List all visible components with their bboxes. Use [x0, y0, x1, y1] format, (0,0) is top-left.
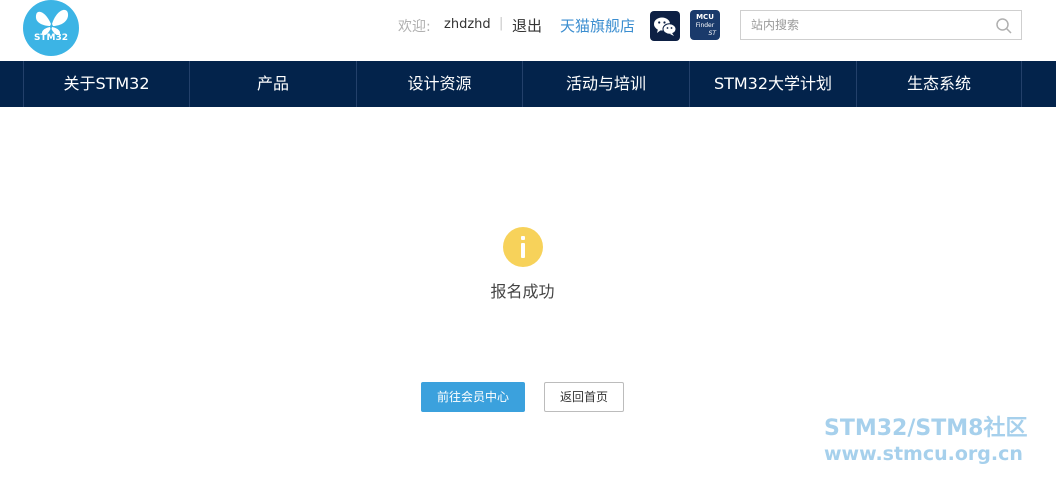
- nav-item-university-program[interactable]: STM32大学计划: [689, 61, 856, 107]
- search-input[interactable]: [751, 16, 991, 34]
- nav-item-about-stm32[interactable]: 关于STM32: [23, 61, 189, 107]
- mcu-finder-line2: Finder: [695, 22, 715, 29]
- logo-text: STM32: [33, 33, 69, 43]
- main-nav: 关于STM32 产品 设计资源 活动与培训 STM32大学计划 生态系统: [0, 61, 1056, 107]
- nav-item-ecosystem[interactable]: 生态系统: [856, 61, 1022, 107]
- mcu-finder-icon[interactable]: MCU Finder ST: [690, 10, 720, 40]
- watermark-line1: STM32/STM8社区: [824, 416, 1028, 441]
- logout-link[interactable]: 退出: [512, 15, 542, 36]
- search-box: [740, 10, 1022, 40]
- st-brand-mark: ST: [708, 30, 716, 37]
- wechat-icon[interactable]: [650, 11, 680, 41]
- nav-item-products[interactable]: 产品: [189, 61, 356, 107]
- tmall-store-link[interactable]: 天猫旗舰店: [560, 15, 635, 36]
- username: zhdzhd: [444, 17, 491, 32]
- nav-item-events-training[interactable]: 活动与培训: [522, 61, 689, 107]
- search-icon[interactable]: [995, 17, 1013, 39]
- member-center-button[interactable]: 前往会员中心: [421, 382, 525, 412]
- back-home-button[interactable]: 返回首页: [544, 382, 624, 412]
- watermark: STM32/STM8社区 www.stmcu.org.cn: [824, 416, 1049, 466]
- welcome-label: 欢迎:: [398, 19, 431, 35]
- mcu-finder-line1: MCU: [696, 13, 714, 21]
- success-message: 报名成功: [490, 282, 555, 301]
- stm32-logo[interactable]: STM32: [23, 0, 79, 56]
- watermark-line2: www.stmcu.org.cn: [824, 443, 1023, 465]
- separator: |: [499, 16, 504, 31]
- nav-item-design-resources[interactable]: 设计资源: [356, 61, 522, 107]
- info-icon: [503, 227, 543, 267]
- butterfly-icon: [35, 9, 69, 36]
